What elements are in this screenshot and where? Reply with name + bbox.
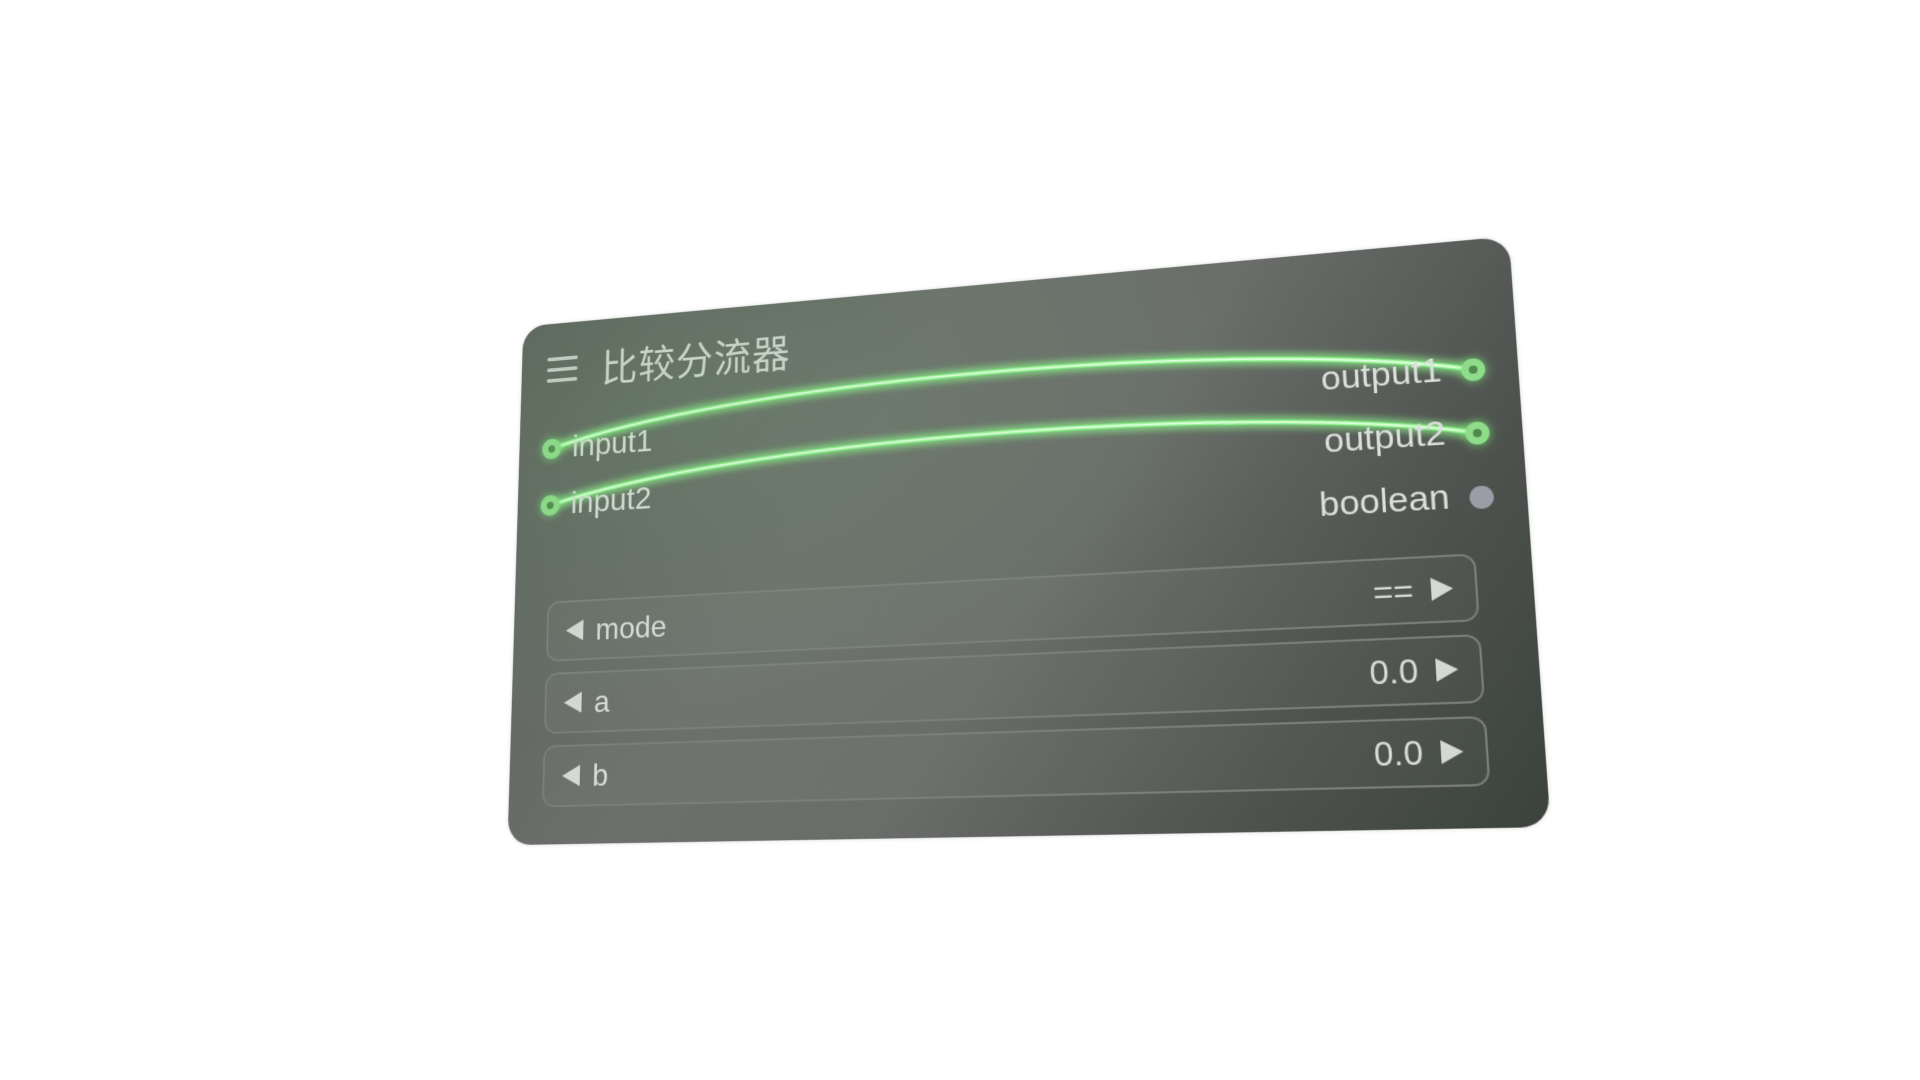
input1-slot-dot[interactable] [542,438,561,459]
input2-label: input2 [570,480,651,521]
output1-label: output1 [1320,351,1443,399]
input1-label: input1 [572,423,653,465]
output2-slot-dot[interactable] [1465,421,1491,445]
node-title: 比较分流器 [601,322,791,393]
triangle-left-icon[interactable] [562,765,580,787]
a-widget-label: a [594,683,611,719]
a-widget-value: 0.0 [1368,651,1419,692]
b-number-widget[interactable]: b 0.0 [542,716,1491,808]
boolean-output-label: boolean [1318,477,1451,525]
b-widget-value: 0.0 [1373,733,1424,774]
compare-router-node[interactable]: 比较分流器 input1 input2 output1 output2 bool… [507,236,1550,845]
node-header[interactable]: 比较分流器 [546,322,790,397]
triangle-left-icon[interactable] [566,619,584,641]
triangle-right-icon[interactable] [1435,657,1459,681]
mode-widget-value: == [1372,571,1415,612]
output1-slot-dot[interactable] [1461,358,1486,382]
b-widget-label: b [592,757,609,793]
output2-label: output2 [1323,414,1447,462]
input2-slot-dot[interactable] [540,495,559,516]
triangle-left-icon[interactable] [564,692,582,714]
triangle-right-icon[interactable] [1430,577,1453,601]
canvas[interactable]: 比较分流器 input1 input2 output1 output2 bool… [0,0,1920,1080]
boolean-slot-dot[interactable] [1469,485,1495,509]
hamburger-menu-icon[interactable] [547,355,578,383]
triangle-right-icon[interactable] [1440,740,1464,765]
mode-widget-label: mode [595,608,667,647]
